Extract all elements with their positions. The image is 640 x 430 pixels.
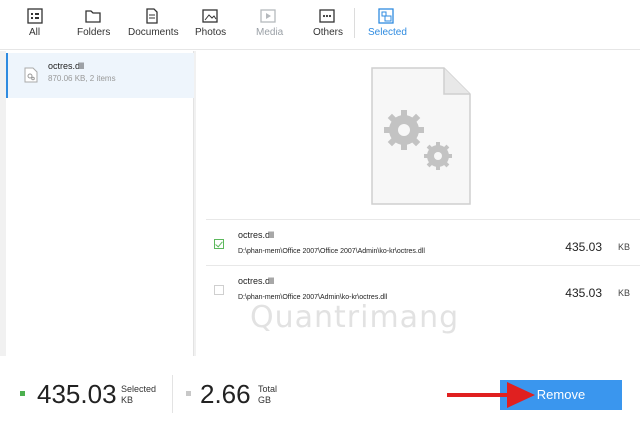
footer-divider [172, 375, 173, 413]
total-indicator-dot [186, 391, 191, 396]
file-meta: 870.06 KB, 2 items [48, 74, 116, 83]
watermark: Quantrimang [250, 300, 460, 335]
tab-selected[interactable]: Selected [368, 0, 407, 50]
dll-file-icon [24, 67, 38, 83]
item-size: 435.03 [565, 286, 602, 300]
tab-selected-label: Selected [368, 27, 407, 38]
toolbar-divider [354, 8, 355, 38]
item-name: octres.dll [238, 230, 275, 240]
item-size-unit: KB [617, 288, 630, 298]
selected-indicator-dot [20, 391, 25, 396]
tab-all[interactable]: All [26, 0, 44, 50]
category-toolbar: All Folders Documents Photos Media Other… [0, 0, 640, 50]
item-name: octres.dll [238, 276, 275, 286]
tab-media[interactable]: Media [256, 0, 283, 50]
item-checkbox[interactable] [214, 285, 224, 295]
all-icon [27, 8, 43, 24]
document-icon [146, 8, 158, 24]
photo-icon [202, 9, 218, 23]
folder-icon [85, 10, 101, 23]
total-size-label: Total [258, 384, 278, 394]
tab-documents[interactable]: Documents [128, 0, 179, 50]
tab-folders[interactable]: Folders [77, 0, 110, 50]
list-item[interactable]: octres.dll D:\phan-mem\Office 2007\Offic… [206, 219, 640, 265]
file-list-item[interactable]: octres.dll 870.06 KB, 2 items [6, 53, 194, 98]
tab-documents-label: Documents [128, 27, 179, 38]
tab-photos[interactable]: Photos [195, 0, 226, 50]
tab-others-label: Others [313, 27, 344, 38]
item-path: D:\phan-mem\Office 2007\Office 2007\Admi… [238, 248, 425, 255]
selected-icon [378, 8, 394, 24]
selected-size-unit: KB [121, 395, 134, 405]
file-list-panel: octres.dll 870.06 KB, 2 items [6, 51, 194, 356]
tab-folders-label: Folders [77, 27, 111, 38]
tab-photos-label: Photos [195, 27, 227, 38]
tab-media-label: Media [256, 27, 284, 38]
media-icon [260, 9, 276, 23]
others-icon [319, 9, 335, 23]
item-size-unit: KB [617, 242, 630, 252]
item-checkbox[interactable] [214, 239, 224, 249]
dll-file-preview-icon [371, 67, 471, 205]
tab-all-label: All [29, 27, 41, 38]
total-size-unit: GB [258, 395, 272, 405]
selected-size-value: 435.03 [37, 379, 117, 409]
item-size: 435.03 [565, 240, 602, 254]
file-name: octres.dll [48, 61, 85, 71]
red-arrow-icon [447, 382, 535, 408]
summary-footer: 435.03 Selected KB 2.66 Total GB Remove [0, 357, 640, 430]
tab-others[interactable]: Others [313, 0, 343, 50]
total-size-value: 2.66 [200, 379, 251, 409]
selected-size-label: Selected [121, 384, 157, 394]
